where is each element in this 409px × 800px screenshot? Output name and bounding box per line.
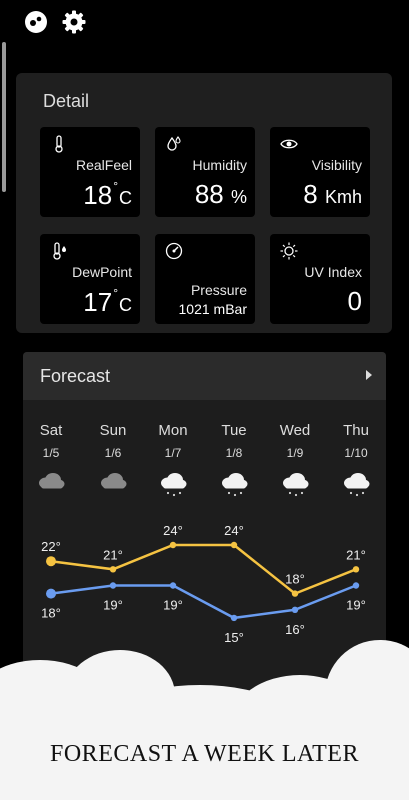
sun-icon (280, 242, 298, 260)
gauge-icon (165, 242, 183, 260)
realfeel-card: RealFeel 18°C (40, 127, 140, 217)
high-temp-label: 22° (41, 539, 61, 554)
dewpoint-card: DewPoint 17°C (40, 234, 140, 324)
high-temp-label: 24° (163, 523, 183, 538)
low-temp-point (352, 582, 360, 589)
realfeel-value: 18°C (83, 179, 132, 210)
uv-index-label: UV Index (304, 264, 362, 280)
low-temp-point (169, 582, 177, 589)
high-temp-label: 18° (285, 572, 305, 587)
detail-panel: Detail RealFeel 18°C Humidity 88 % Visib… (16, 73, 392, 333)
high-temp-label: 24° (224, 523, 244, 538)
visibility-card: Visibility 8 Kmh (270, 127, 370, 217)
visibility-label: Visibility (311, 157, 362, 173)
high-temp-point (352, 566, 360, 573)
scrollbar[interactable] (2, 42, 6, 192)
low-temp-point (109, 582, 117, 589)
humidity-icon (167, 136, 181, 151)
pressure-card: Pressure 1021 mBar (155, 234, 255, 324)
low-temp-point (46, 588, 56, 599)
detail-title: Detail (43, 91, 90, 111)
humidity-value: 88 % (194, 179, 247, 209)
cloud-decoration (0, 640, 409, 800)
high-temp-label: 21° (346, 547, 366, 562)
gear-icon[interactable] (62, 10, 86, 34)
eye-icon (280, 139, 298, 149)
dewpoint-icon (53, 242, 66, 260)
realfeel-label: RealFeel (75, 157, 132, 173)
high-temp-line (50, 543, 357, 596)
high-temp-point (46, 556, 56, 567)
high-temp-point (169, 541, 177, 549)
pressure-value: 1021 mBar (178, 301, 247, 317)
uv-index-card: UV Index 0 (270, 234, 370, 324)
humidity-label: Humidity (192, 157, 247, 173)
high-temp-label: 21° (103, 547, 123, 562)
high-temp-point (109, 566, 117, 573)
pressure-label: Pressure (190, 282, 247, 298)
uv-index-value: 0 (347, 286, 362, 316)
high-temp-point (230, 541, 238, 549)
palette-icon[interactable] (24, 10, 48, 34)
visibility-value: 8 Kmh (303, 179, 362, 209)
humidity-card: Humidity 88 % (155, 127, 255, 217)
dewpoint-label: DewPoint (72, 264, 132, 280)
dewpoint-value: 17°C (83, 286, 132, 317)
thermometer-icon (55, 135, 63, 153)
caption: FORECAST A WEEK LATER (50, 741, 359, 767)
high-temp-point (291, 590, 299, 597)
